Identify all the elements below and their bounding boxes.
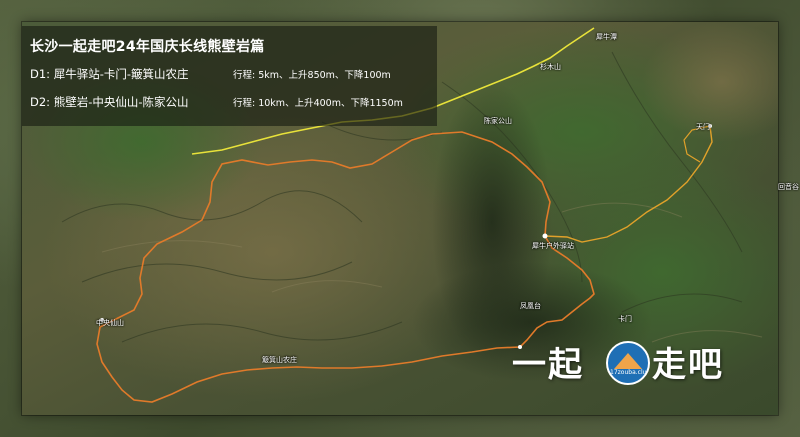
label-shankou-shan: 杉木山: [540, 63, 561, 71]
logo: 一起 17zouba.club 走吧: [512, 337, 742, 397]
label-huiyuan: 回音谷: [778, 183, 799, 191]
label-fenghuang-tai: 凤凰台: [520, 302, 541, 310]
label-kamen: 卡门: [618, 315, 632, 323]
label-zhongyang-xianshan: 中央仙山: [96, 319, 124, 327]
logo-badge-url: 17zouba.club: [610, 369, 650, 376]
label-chenjia-gongshan: 陈家公山: [484, 117, 512, 125]
route-d1-stats: 行程: 5km、上升850m、下降100m: [233, 70, 391, 81]
poster-title: 长沙一起走吧24年国庆长线熊壁岩篇: [30, 39, 265, 55]
label-xiniu-station: 犀牛户外驿站: [532, 242, 574, 250]
route-d2-stats: 行程: 10km、上升400m、下降1150m: [233, 98, 403, 109]
route-d2-name: D2: 熊壁岩-中央仙山-陈家公山: [30, 95, 189, 109]
label-xiniu-tan: 犀牛潭: [596, 33, 617, 41]
label-tianmen: 天门: [696, 123, 710, 131]
logo-left-text: 一起: [512, 345, 584, 385]
station-marker: [542, 233, 548, 239]
route-d1-name: D1: 犀牛驿站-卡门-簸箕山农庄: [30, 67, 189, 81]
map-poster: 长沙一起走吧24年国庆长线熊壁岩篇 D1: 犀牛驿站-卡门-簸箕山农庄 行程: …: [0, 0, 800, 437]
label-boji-nongzhuang: 簸箕山农庄: [262, 356, 297, 364]
mountain-badge-icon: 17zouba.club: [606, 341, 650, 385]
mountain-icon: [614, 353, 642, 369]
route-d2: D2: 熊壁岩-中央仙山-陈家公山 行程: 10km、上升400m、下降1150…: [30, 94, 435, 110]
logo-right-text: 走吧: [652, 345, 724, 385]
route-d1: D1: 犀牛驿站-卡门-簸箕山农庄 行程: 5km、上升850m、下降100m: [30, 66, 435, 82]
